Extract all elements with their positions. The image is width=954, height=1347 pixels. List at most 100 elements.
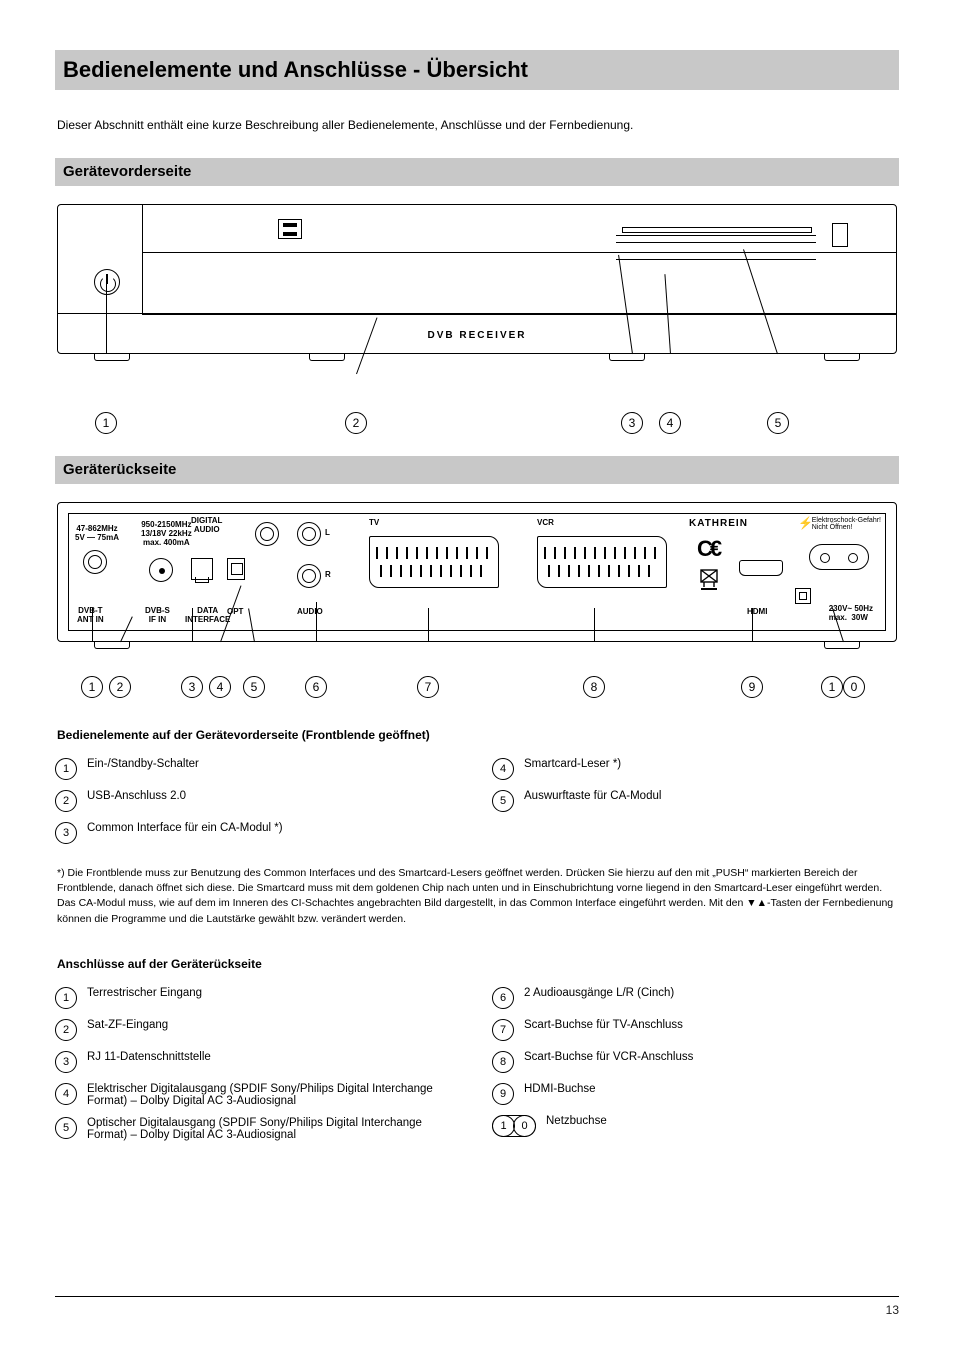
callout-bubble: 4 [659, 412, 681, 434]
legend-number: 1 [55, 758, 77, 780]
eject-button-icon [832, 223, 848, 247]
page-footer: 13 [55, 1296, 899, 1317]
legend-number: 9 [492, 1083, 514, 1105]
legend-front-note: *) Die Frontblende muss zur Benutzung de… [57, 866, 897, 927]
callout-bubble: 9 [741, 676, 763, 698]
legend-rear-title: Anschlüsse auf der Geräterückseite [57, 957, 897, 971]
bolt-icon: ⚡ [798, 516, 813, 530]
legend-text: Netzbuchse [546, 1115, 899, 1127]
rear-callouts: 1 2 3 4 5 6 7 8 9 1 0 [57, 642, 897, 698]
legend-row: 5Auswurftaste für CA-Modul [492, 790, 899, 812]
hdmi-port-icon [739, 560, 783, 576]
legend-row: 1 Ein-/Standby-Schalter [55, 758, 462, 780]
legend-row: 5 Optischer Digitalausgang (SPDIF Sony/Ph… [55, 1117, 462, 1141]
audio-r-port-icon [297, 564, 321, 588]
legend-row: 10 Netzbuchse [492, 1115, 899, 1137]
legend-number: 4 [55, 1083, 77, 1105]
legend-text: HDMI-Buchse [524, 1083, 899, 1095]
weee-icon [699, 568, 719, 590]
callout-bubble: 8 [583, 676, 605, 698]
dvbt-port-icon [83, 550, 107, 574]
legend-text: Sat-ZF-Eingang [87, 1019, 462, 1031]
spec-label: 47-862MHz 5V — 75mA [75, 524, 119, 542]
scart-vcr-icon [537, 536, 667, 588]
brand-label: KATHREIN [689, 518, 748, 529]
callout-bubble: 1 [81, 676, 103, 698]
device-label: DVB RECEIVER [427, 330, 526, 341]
callout-bubble: 1 [95, 412, 117, 434]
legend-row: 6 2 Audioausgänge L/R (Cinch) [492, 987, 899, 1009]
legend-row: 4Smartcard-Leser *) [492, 758, 899, 780]
ci-slot-icon [616, 235, 816, 243]
legend-row: 2 USB-Anschluss 2.0 [55, 790, 462, 812]
legend-number: 7 [492, 1019, 514, 1041]
legend-number: 10 [492, 1115, 536, 1137]
legend-number: 3 [55, 822, 77, 844]
audio-port-icon [255, 522, 279, 546]
legend-text: Optischer Digitalausgang (SPDIF Sony/Phi… [87, 1117, 462, 1141]
section-bar-rear: Geräterückseite [55, 456, 899, 484]
legend-number: 6 [492, 987, 514, 1009]
legend-text: Auswurftaste für CA-Modul [524, 790, 899, 802]
legend-row: 3 Common Interface für ein CA-Modul *) [55, 822, 462, 844]
callout-bubble: 0 [843, 676, 865, 698]
spec-label: 950-2150MHz 13/18V 22kHz max. 400mA [141, 520, 192, 547]
port-label: DIGITAL AUDIO [191, 516, 222, 534]
section-bar-front: Gerätevorderseite [55, 158, 899, 186]
legend-rear: Anschlüsse auf der Geräterückseite 1 Terr… [55, 957, 899, 1151]
page-number: 13 [886, 1303, 899, 1317]
legend-row: 8 Scart-Buchse für VCR-Anschluss [492, 1051, 899, 1073]
callout-bubble: 2 [109, 676, 131, 698]
dvbs-port-icon [149, 558, 173, 582]
port-label: HDMI [747, 607, 767, 616]
legend-front: Bedienelemente auf der Gerätevorderseite… [55, 728, 899, 927]
port-label: AUDIO [297, 607, 323, 616]
callout-bubble: 3 [621, 412, 643, 434]
warning-label: Elektroschock-Gefahr! Nicht Öffnen! [812, 517, 881, 531]
legend-row: 2 Sat-ZF-Eingang [55, 1019, 462, 1041]
smartcard-slot-icon [616, 259, 816, 260]
legend-number: 2 [55, 1019, 77, 1041]
callout-bubble: 6 [305, 676, 327, 698]
legend-number: 1 [55, 987, 77, 1009]
mains-socket-icon [809, 544, 869, 570]
callout-bubble: 4 [209, 676, 231, 698]
legend-text: USB-Anschluss 2.0 [87, 790, 462, 802]
callout-bubble: 2 [345, 412, 367, 434]
callout-bubble: 7 [417, 676, 439, 698]
page-title: Bedienelemente und Anschlüsse - Übersich… [55, 50, 899, 90]
callout-bubble: 1 [821, 676, 843, 698]
scart-tv-icon [369, 536, 499, 588]
legend-text: RJ 11-Datenschnittstelle [87, 1051, 462, 1063]
port-label: DVB-S IF IN [145, 606, 170, 624]
port-label: TV [369, 518, 379, 527]
legend-text: 2 Audioausgänge L/R (Cinch) [524, 987, 899, 999]
audio-l-port-icon [297, 522, 321, 546]
callout-bubble: 3 [181, 676, 203, 698]
power-button-icon [94, 269, 120, 295]
rj11-port-icon [191, 558, 213, 580]
legend-text: Scart-Buchse für TV-Anschluss [524, 1019, 899, 1031]
legend-text: Terrestrischer Eingang [87, 987, 462, 999]
optical-port-icon [227, 558, 245, 580]
class2-icon [795, 588, 811, 604]
legend-number: 5 [55, 1117, 77, 1139]
legend-front-title: Bedienelemente auf der Gerätevorderseite… [57, 728, 897, 742]
port-label: VCR [537, 518, 554, 527]
legend-number: 2 [55, 790, 77, 812]
port-label: R [325, 570, 331, 579]
legend-row: 9 HDMI-Buchse [492, 1083, 899, 1105]
legend-text: Smartcard-Leser *) [524, 758, 899, 770]
ce-mark-icon: C€ [697, 536, 719, 562]
usb-slot-icon [278, 219, 302, 239]
legend-number: 8 [492, 1051, 514, 1073]
device-rear-illustration: 47-862MHz 5V — 75mA DVB-T ANT IN 950-215… [57, 502, 897, 642]
callout-bubble: 5 [243, 676, 265, 698]
front-callouts: 1 2 3 4 5 [57, 354, 897, 434]
legend-text: Scart-Buchse für VCR-Anschluss [524, 1051, 899, 1063]
legend-row: 3 RJ 11-Datenschnittstelle [55, 1051, 462, 1073]
legend-text: Common Interface für ein CA-Modul *) [87, 822, 462, 834]
legend-text: Elektrischer Digitalausgang (SPDIF Sony/… [87, 1083, 462, 1107]
legend-number: 3 [55, 1051, 77, 1073]
legend-text: Ein-/Standby-Schalter [87, 758, 462, 770]
